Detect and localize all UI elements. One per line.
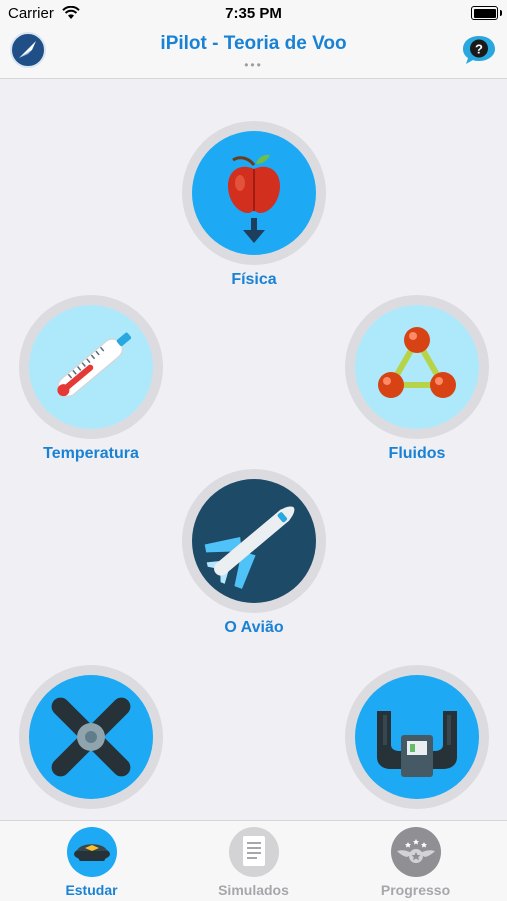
status-time: 7:35 PM: [225, 5, 282, 22]
wings-badge-icon: [390, 827, 441, 877]
control-yoke-icon: [355, 675, 479, 799]
tab-estudar-label: Estudar: [65, 882, 118, 898]
help-button[interactable]: ?: [461, 34, 497, 66]
topic-fisica-label: Física: [231, 271, 277, 288]
more-dots-icon[interactable]: •••: [0, 58, 507, 72]
topic-temperatura[interactable]: Temperatura: [16, 295, 166, 463]
topic-propeller-ring: [19, 665, 163, 809]
battery-icon: [471, 6, 502, 20]
topic-cockpit[interactable]: [342, 665, 492, 809]
topic-propeller[interactable]: [16, 665, 166, 809]
document-icon: [228, 827, 279, 877]
navigation-bar: iPilot - Teoria de Voo ••• ?: [0, 28, 507, 79]
status-bar: Carrier 7:35 PM: [0, 0, 507, 28]
topic-cockpit-ring: [345, 665, 489, 809]
tab-bar: Estudar Simulados Progresso: [0, 820, 507, 901]
propeller-icon: [29, 675, 153, 799]
topic-aviao[interactable]: O Avião: [179, 469, 329, 637]
topic-aviao-label: O Avião: [224, 619, 284, 636]
topic-fluidos-ring: [345, 295, 489, 439]
topic-temperatura-ring: [19, 295, 163, 439]
topic-fluidos[interactable]: Fluidos: [342, 295, 492, 463]
topic-fluidos-label: Fluidos: [388, 445, 446, 462]
page-title: iPilot - Teoria de Voo: [160, 33, 347, 54]
apple-icon: [192, 131, 316, 255]
molecule-icon: [355, 305, 479, 429]
tab-estudar[interactable]: Estudar: [7, 821, 176, 901]
tab-simulados[interactable]: Simulados: [169, 821, 338, 901]
pilot-cap-icon: [66, 827, 117, 877]
topic-fisica[interactable]: Física: [179, 121, 329, 289]
topic-temperatura-label: Temperatura: [43, 445, 139, 462]
tab-progresso[interactable]: Progresso: [331, 821, 500, 901]
help-bubble-icon: ?: [463, 36, 495, 64]
topic-fisica-ring: [182, 121, 326, 265]
tab-simulados-label: Simulados: [218, 882, 289, 898]
airplane-icon: [192, 479, 316, 603]
topic-aviao-ring: [182, 469, 326, 613]
tab-progresso-label: Progresso: [380, 882, 451, 898]
thermometer-icon: [29, 305, 153, 429]
svg-text:?: ?: [475, 42, 483, 57]
